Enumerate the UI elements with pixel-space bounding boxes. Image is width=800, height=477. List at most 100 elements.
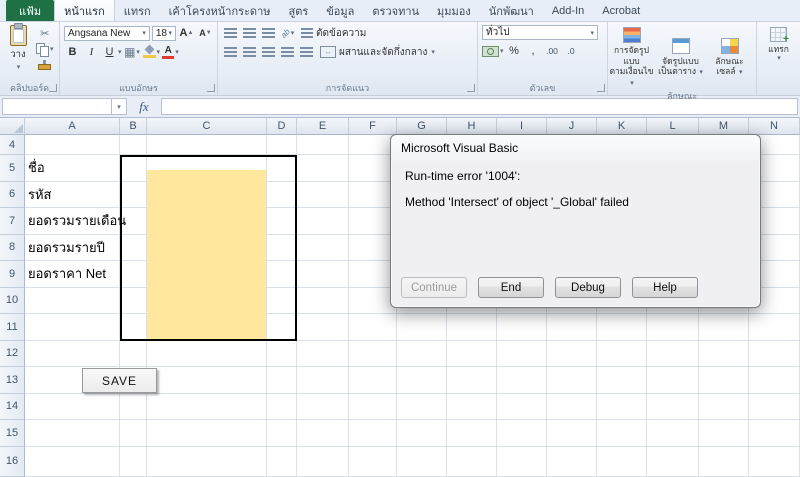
number-format-combo[interactable]: ทั่วไป▾ (482, 25, 598, 40)
clipboard-dialog-launcher-icon[interactable] (49, 84, 57, 92)
cell-E13[interactable] (297, 367, 349, 394)
ribbon-tab-7[interactable]: มุมมอง (428, 0, 480, 21)
cell-K16[interactable] (597, 447, 647, 477)
row-header-10[interactable]: 10 (0, 288, 25, 315)
alignment-dialog-launcher-icon[interactable] (467, 84, 475, 92)
cell-E4[interactable] (297, 135, 349, 155)
ribbon-tab-10[interactable]: Acrobat (593, 0, 649, 21)
align-center-button[interactable] (241, 44, 258, 60)
cell-H11[interactable] (447, 314, 497, 341)
font-name-combo[interactable]: Angsana New▾ (64, 26, 150, 41)
grow-font-button[interactable]: A▲ (178, 25, 195, 41)
borders-button[interactable]: ▦▾ (124, 44, 141, 60)
cell-G16[interactable] (397, 447, 447, 477)
italic-button[interactable]: I (83, 44, 100, 60)
column-header-E[interactable]: E (297, 118, 349, 135)
cell-N11[interactable] (749, 314, 800, 341)
column-header-L[interactable]: L (647, 118, 699, 135)
insert-cells-button[interactable]: แทรก ▾ (757, 23, 800, 63)
cell-C13[interactable] (147, 367, 267, 394)
ribbon-tab-1[interactable]: หน้าแรก (54, 0, 115, 21)
cell-L15[interactable] (647, 420, 699, 447)
cell-N13[interactable] (749, 367, 800, 394)
cell-E6[interactable] (297, 182, 349, 209)
number-dialog-launcher-icon[interactable] (597, 84, 605, 92)
cell-I12[interactable] (497, 341, 547, 368)
orientation-button[interactable]: ab▾ (279, 25, 296, 41)
cell-B7[interactable] (120, 208, 147, 235)
cell-A16[interactable] (25, 447, 120, 477)
cell-C15[interactable] (147, 420, 267, 447)
align-middle-button[interactable] (241, 25, 258, 41)
cell-M14[interactable] (699, 394, 749, 421)
cell-H16[interactable] (447, 447, 497, 477)
cell-E15[interactable] (297, 420, 349, 447)
cell-F16[interactable] (349, 447, 397, 477)
ribbon-tab-9[interactable]: Add-In (543, 0, 593, 21)
cell-A14[interactable] (25, 394, 120, 421)
align-right-button[interactable] (260, 44, 277, 60)
cell-N15[interactable] (749, 420, 800, 447)
cell-B14[interactable] (120, 394, 147, 421)
column-header-D[interactable]: D (267, 118, 297, 135)
cut-button[interactable]: ✂ (36, 25, 54, 41)
ribbon-tab-8[interactable]: นักพัฒนา (480, 0, 543, 21)
wrap-text-button[interactable]: ตัดข้อความ (298, 26, 369, 41)
column-header-I[interactable]: I (497, 118, 547, 135)
cell-E12[interactable] (297, 341, 349, 368)
align-bottom-button[interactable] (260, 25, 277, 41)
cell-D14[interactable] (267, 394, 297, 421)
row-header-8[interactable]: 8 (0, 235, 25, 262)
cell-D16[interactable] (267, 447, 297, 477)
cell-A7[interactable]: ยอดรวมรายเดือน (25, 208, 120, 235)
column-header-M[interactable]: M (699, 118, 749, 135)
name-box-dropdown-icon[interactable]: ▾ (112, 98, 127, 115)
cell-F13[interactable] (349, 367, 397, 394)
ribbon-tab-4[interactable]: สูตร (280, 0, 318, 21)
cell-E16[interactable] (297, 447, 349, 477)
column-header-B[interactable]: B (120, 118, 147, 135)
cell-C14[interactable] (147, 394, 267, 421)
cell-N14[interactable] (749, 394, 800, 421)
row-header-16[interactable]: 16 (0, 447, 25, 477)
cell-E9[interactable] (297, 261, 349, 288)
cell-G14[interactable] (397, 394, 447, 421)
row-header-7[interactable]: 7 (0, 208, 25, 235)
percent-style-button[interactable]: % (506, 43, 523, 59)
cell-B10[interactable] (120, 288, 147, 315)
row-header-14[interactable]: 14 (0, 394, 25, 421)
row-header-4[interactable]: 4 (0, 135, 25, 155)
cell-L11[interactable] (647, 314, 699, 341)
cell-B15[interactable] (120, 420, 147, 447)
cell-B9[interactable] (120, 261, 147, 288)
font-dialog-launcher-icon[interactable] (207, 84, 215, 92)
decrease-indent-button[interactable] (279, 44, 296, 60)
cell-J13[interactable] (547, 367, 597, 394)
insert-function-button[interactable]: fx (127, 99, 161, 115)
ribbon-tab-3[interactable]: เค้าโครงหน้ากระดาษ (160, 0, 280, 21)
cell-M15[interactable] (699, 420, 749, 447)
column-header-H[interactable]: H (447, 118, 497, 135)
row-header-15[interactable]: 15 (0, 420, 25, 447)
column-header-K[interactable]: K (597, 118, 647, 135)
cell-D6[interactable] (267, 182, 297, 209)
save-button[interactable]: SAVE (82, 368, 157, 393)
column-header-N[interactable]: N (749, 118, 800, 135)
cell-C16[interactable] (147, 447, 267, 477)
fill-color-button[interactable]: ▾ (143, 44, 161, 60)
cell-A9[interactable]: ยอดราคา Net (25, 261, 120, 288)
cell-M12[interactable] (699, 341, 749, 368)
cell-F15[interactable] (349, 420, 397, 447)
cell-K15[interactable] (597, 420, 647, 447)
cell-styles-button[interactable]: ลักษณะ เซลล์ ▾ (706, 34, 753, 78)
cell-B8[interactable] (120, 235, 147, 262)
cell-C4[interactable] (147, 135, 267, 155)
cell-J11[interactable] (547, 314, 597, 341)
cell-G12[interactable] (397, 341, 447, 368)
cell-D15[interactable] (267, 420, 297, 447)
comma-style-button[interactable]: , (525, 43, 542, 59)
align-top-button[interactable] (222, 25, 239, 41)
cell-H13[interactable] (447, 367, 497, 394)
cell-J12[interactable] (547, 341, 597, 368)
row-header-12[interactable]: 12 (0, 341, 25, 368)
